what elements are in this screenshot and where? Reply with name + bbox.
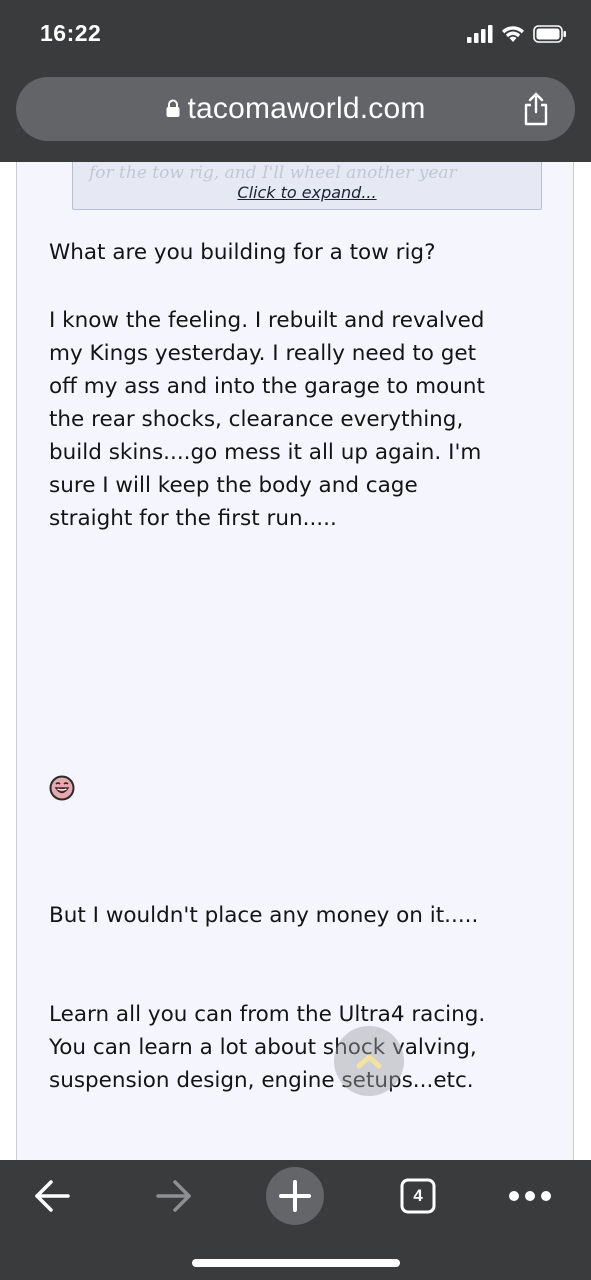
post-paragraph-4: Learn all you can from the Ultra4 racing… [49, 1002, 486, 1093]
url-text: tacomaworld.com [187, 92, 426, 125]
browser-header: tacomaworld.com [0, 68, 591, 162]
web-page-content[interactable]: for the tow rig, and I'll wheel another … [0, 162, 591, 1160]
forward-arrow-icon [156, 1180, 191, 1212]
tabs-button[interactable]: 4 [399, 1168, 437, 1224]
status-icons [467, 23, 567, 45]
forward-button[interactable] [148, 1168, 200, 1224]
scroll-to-top-button[interactable] [334, 1026, 404, 1096]
more-dots-icon [509, 1191, 551, 1201]
quote-block[interactable]: for the tow rig, and I'll wheel another … [72, 162, 542, 210]
post-paragraph-3: But I wouldn't place any money on it....… [49, 903, 479, 928]
more-menu-button[interactable] [506, 1168, 554, 1224]
new-tab-plus-icon [279, 1180, 311, 1212]
home-indicator [192, 1259, 400, 1267]
status-bar: 16:22 [0, 0, 591, 68]
lock-icon [166, 99, 180, 117]
post-paragraph-2: I know the feeling. I rebuilt and revalv… [49, 308, 485, 531]
cellular-signal-icon [467, 25, 493, 43]
wifi-icon [502, 26, 524, 42]
back-arrow-icon [35, 1180, 70, 1212]
new-tab-button[interactable] [266, 1167, 324, 1225]
quote-faded-text: for the tow rig, and I'll wheel another … [89, 163, 457, 183]
back-button[interactable] [26, 1168, 78, 1224]
share-icon[interactable] [519, 91, 553, 127]
tab-count: 4 [413, 1186, 423, 1205]
post-paragraph-1: What are you building for a tow rig? [49, 240, 436, 265]
address-bar-content: tacomaworld.com [16, 77, 575, 141]
laughing-smiley-icon [49, 775, 75, 801]
battery-icon [533, 25, 566, 43]
tabs-icon-wrap: 4 [400, 1178, 436, 1214]
browser-screen: 16:22 tacomaworld.com for the tow rig, a… [0, 0, 591, 1280]
chevron-up-icon [356, 1054, 382, 1069]
status-time: 16:22 [40, 20, 102, 46]
bottom-toolbar: 4 [0, 1160, 591, 1280]
click-to-expand-link[interactable]: Click to expand... [73, 183, 541, 202]
address-bar[interactable]: tacomaworld.com [16, 77, 575, 141]
